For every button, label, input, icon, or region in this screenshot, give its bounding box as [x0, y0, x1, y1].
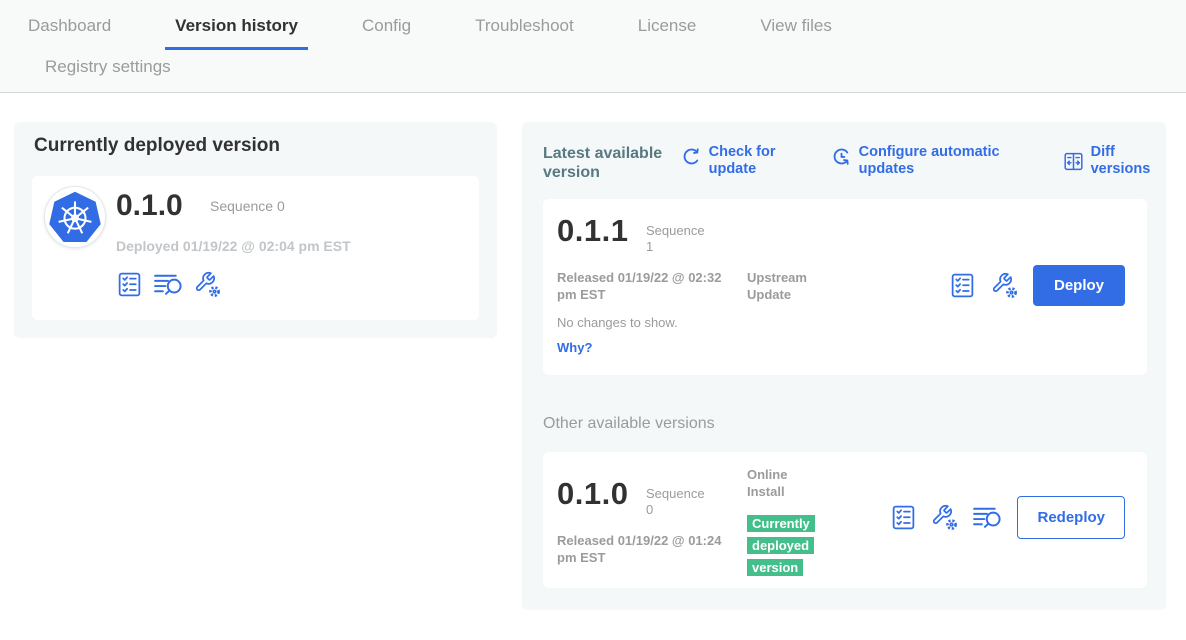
available-versions-panel: Latest available version Check for updat… — [522, 122, 1166, 610]
app-logo — [44, 186, 106, 248]
latest-source-label: Upstream Update — [747, 269, 833, 303]
no-changes-text: No changes to show. — [557, 315, 678, 330]
deployed-version-number: 0.1.0 — [116, 188, 183, 224]
currently-deployed-title: Currently deployed version — [34, 135, 280, 157]
other-released-timestamp: Released 01/19/22 @ 01:24 pm EST — [557, 532, 731, 566]
tab-troubleshoot[interactable]: Troubleshoot — [465, 0, 584, 50]
tab-registry-settings[interactable]: Registry settings — [35, 50, 181, 92]
tab-license[interactable]: License — [628, 0, 707, 50]
latest-available-title: Latest available version — [543, 144, 663, 182]
nav-row-1: Dashboard Version history Config Trouble… — [0, 0, 1186, 50]
configure-automatic-updates-label: Configure automatic updates — [859, 144, 1027, 178]
check-for-update-link[interactable]: Check for update — [681, 144, 789, 178]
panel-header: Latest available version Check for updat… — [543, 144, 1166, 182]
diff-icon — [1063, 151, 1084, 172]
redeploy-button[interactable]: Redeploy — [1017, 496, 1125, 539]
kubernetes-logo-icon — [45, 187, 105, 247]
check-for-update-label: Check for update — [709, 144, 789, 178]
currently-deployed-card: Currently deployed version 0.1.0 Sequenc… — [14, 122, 497, 338]
schedule-icon — [831, 146, 852, 167]
configure-automatic-updates-link[interactable]: Configure automatic updates — [831, 144, 1027, 178]
deployed-version-row: 0.1.0 Sequence 0 Deployed 01/19/22 @ 02:… — [32, 176, 479, 320]
diff-versions-label: Diff versions — [1091, 144, 1166, 178]
nav-row-2: Registry settings — [0, 50, 1186, 92]
deployed-sequence-label: Sequence 0 — [210, 198, 285, 214]
config-icon[interactable] — [194, 271, 221, 298]
deployed-version-actions — [116, 271, 221, 298]
diff-versions-link[interactable]: Diff versions — [1063, 144, 1166, 178]
preflight-checks-icon[interactable] — [116, 271, 143, 298]
other-version-card: 0.1.0 Sequence 0 Released 01/19/22 @ 01:… — [543, 452, 1147, 588]
why-link[interactable]: Why? — [557, 340, 592, 355]
app-nav: Dashboard Version history Config Trouble… — [0, 0, 1186, 93]
latest-sequence-label: Sequence 1 — [646, 223, 710, 255]
deploy-button[interactable]: Deploy — [1033, 265, 1125, 306]
currently-deployed-badge: Currently deployed version — [747, 513, 831, 579]
other-version-number: 0.1.0 — [557, 476, 628, 512]
deployed-timestamp: Deployed 01/19/22 @ 02:04 pm EST — [116, 238, 351, 254]
preflight-checks-icon[interactable] — [949, 272, 976, 299]
tab-config[interactable]: Config — [352, 0, 421, 50]
latest-version-actions: Deploy — [949, 265, 1125, 306]
refresh-icon — [681, 146, 702, 167]
currently-deployed-badge-text: Currently deployed version — [747, 515, 815, 576]
release-notes-icon[interactable] — [153, 271, 184, 298]
config-icon[interactable] — [931, 504, 958, 531]
other-version-actions: Redeploy — [890, 496, 1125, 539]
tab-version-history[interactable]: Version history — [165, 0, 308, 50]
tab-dashboard[interactable]: Dashboard — [18, 0, 121, 50]
config-icon[interactable] — [991, 272, 1018, 299]
other-available-versions-title: Other available versions — [543, 415, 715, 433]
latest-released-timestamp: Released 01/19/22 @ 02:32 pm EST — [557, 269, 731, 303]
tab-view-files[interactable]: View files — [750, 0, 842, 50]
other-sequence-label: Sequence 0 — [646, 486, 710, 518]
latest-version-number: 0.1.1 — [557, 213, 628, 249]
preflight-checks-icon[interactable] — [890, 504, 917, 531]
release-notes-icon[interactable] — [972, 504, 1003, 531]
latest-version-card: 0.1.1 Sequence 1 Released 01/19/22 @ 02:… — [543, 199, 1147, 375]
other-source-label: Online Install — [747, 466, 809, 500]
